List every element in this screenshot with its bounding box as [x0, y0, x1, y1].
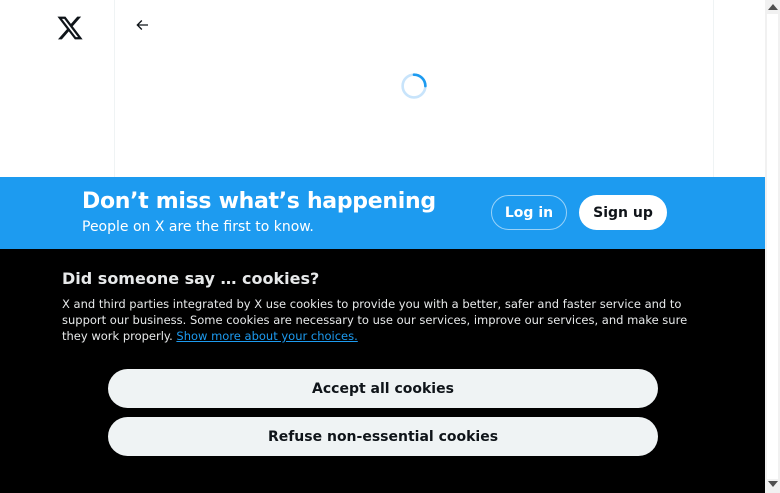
back-button[interactable]	[129, 14, 155, 40]
arrow-left-icon	[134, 17, 150, 37]
cookie-choices-link[interactable]: Show more about your choices.	[176, 329, 357, 343]
signup-button[interactable]: Sign up	[579, 195, 667, 230]
scrollbar[interactable]	[765, 0, 780, 493]
cookie-body: X and third parties integrated by X use …	[62, 296, 698, 344]
banner-subline: People on X are the first to know.	[82, 219, 314, 235]
cookie-consent-sheet: Did someone say … cookies? X and third p…	[0, 249, 765, 493]
accept-all-cookies-button[interactable]: Accept all cookies	[108, 369, 658, 408]
scroll-down-arrow-icon[interactable]	[768, 481, 778, 487]
cookie-title: Did someone say … cookies?	[62, 269, 320, 288]
scroll-up-arrow-icon[interactable]	[768, 4, 778, 10]
signup-banner: Don’t miss what’s happening People on X …	[0, 177, 765, 249]
scroll-thumb[interactable]	[767, 14, 778, 479]
banner-headline: Don’t miss what’s happening	[82, 189, 436, 214]
login-button[interactable]: Log in	[491, 195, 567, 230]
loading-spinner-icon	[400, 72, 428, 100]
x-logo-icon[interactable]	[56, 14, 84, 42]
refuse-non-essential-cookies-button[interactable]: Refuse non-essential cookies	[108, 417, 658, 456]
cookie-body-text: X and third parties integrated by X use …	[62, 297, 688, 343]
